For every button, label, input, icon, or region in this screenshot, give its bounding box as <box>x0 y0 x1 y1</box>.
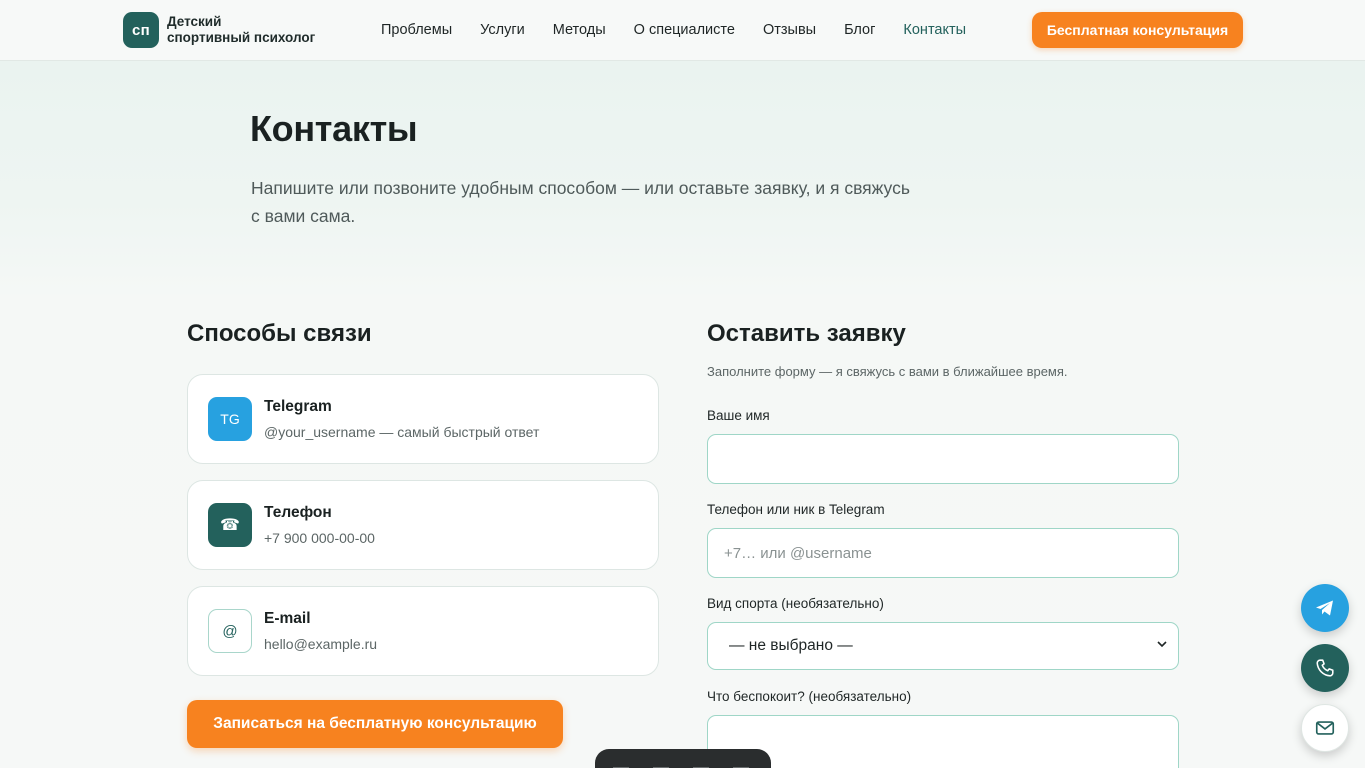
telegram-plane-icon <box>1316 600 1333 616</box>
contacts-title: Способы связи <box>187 320 372 347</box>
page-title: Контакты <box>250 108 418 149</box>
contact-input[interactable] <box>707 528 1179 578</box>
sport-label: Вид спорта (необязательно) <box>707 596 884 611</box>
name-label: Ваше имя <box>707 408 770 423</box>
float-phone-button[interactable] <box>1301 644 1349 692</box>
nav-about[interactable]: О специалисте <box>634 21 735 39</box>
contact-name: Телефон <box>264 504 332 521</box>
float-email-button[interactable] <box>1301 704 1349 752</box>
nav-methods[interactable]: Методы <box>553 21 606 39</box>
sport-select[interactable]: — не выбрано — <box>707 622 1179 670</box>
form-title: Оставить заявку <box>707 320 906 347</box>
site-header: сп Детский спортивный психолог Проблемы … <box>0 0 1365 61</box>
dev-toolbar[interactable] <box>595 749 771 768</box>
phone-icon: ☎ <box>208 503 252 547</box>
float-telegram-button[interactable] <box>1301 584 1349 632</box>
nav-reviews[interactable]: Отзывы <box>763 21 816 39</box>
contact-value: +7 900 000-00-00 <box>264 530 375 546</box>
concern-textarea[interactable] <box>707 715 1179 768</box>
contact-label: Телефон или ник в Telegram <box>707 502 885 517</box>
free-consultation-button[interactable]: Бесплатная консультация <box>1032 12 1243 48</box>
telegram-icon: TG <box>208 397 252 441</box>
chevron-down-icon <box>1157 641 1167 648</box>
contact-card-telegram[interactable]: TG Telegram @your_username — самый быстр… <box>187 374 659 464</box>
logo-mark: сп <box>123 12 159 48</box>
name-input[interactable] <box>707 434 1179 484</box>
at-icon: @ <box>208 609 252 653</box>
mail-icon <box>1315 721 1335 735</box>
logo-line-1: Детский <box>167 14 222 29</box>
main-nav: Проблемы Услуги Методы О специалисте Отз… <box>381 21 994 39</box>
nav-contacts[interactable]: Контакты <box>903 21 966 39</box>
nav-problems[interactable]: Проблемы <box>381 21 452 39</box>
logo[interactable]: сп Детский спортивный психолог <box>123 12 315 48</box>
contact-name: Telegram <box>264 398 332 415</box>
concern-label: Что беспокоит? (необязательно) <box>707 689 912 704</box>
book-consultation-button[interactable]: Записаться на бесплатную консультацию <box>187 700 563 748</box>
contact-card-phone[interactable]: ☎ Телефон +7 900 000-00-00 <box>187 480 659 570</box>
contact-value: @your_username — самый быстрый ответ <box>264 424 540 440</box>
contact-card-email[interactable]: @ E-mail hello@example.ru <box>187 586 659 676</box>
contact-value: hello@example.ru <box>264 636 378 652</box>
nav-services[interactable]: Услуги <box>480 21 525 39</box>
form-subtitle: Заполните форму — я свяжусь с вами в бли… <box>707 364 1068 379</box>
nav-blog[interactable]: Блог <box>844 21 875 39</box>
logo-text: Детский спортивный психолог <box>167 14 315 46</box>
contact-name: E-mail <box>264 610 311 627</box>
logo-line-2: спортивный психолог <box>167 30 316 45</box>
sport-select-value: — не выбрано — <box>729 637 853 654</box>
page-lead: Напишите или позвоните удобным способом … <box>251 178 910 226</box>
phone-icon <box>1316 659 1334 677</box>
